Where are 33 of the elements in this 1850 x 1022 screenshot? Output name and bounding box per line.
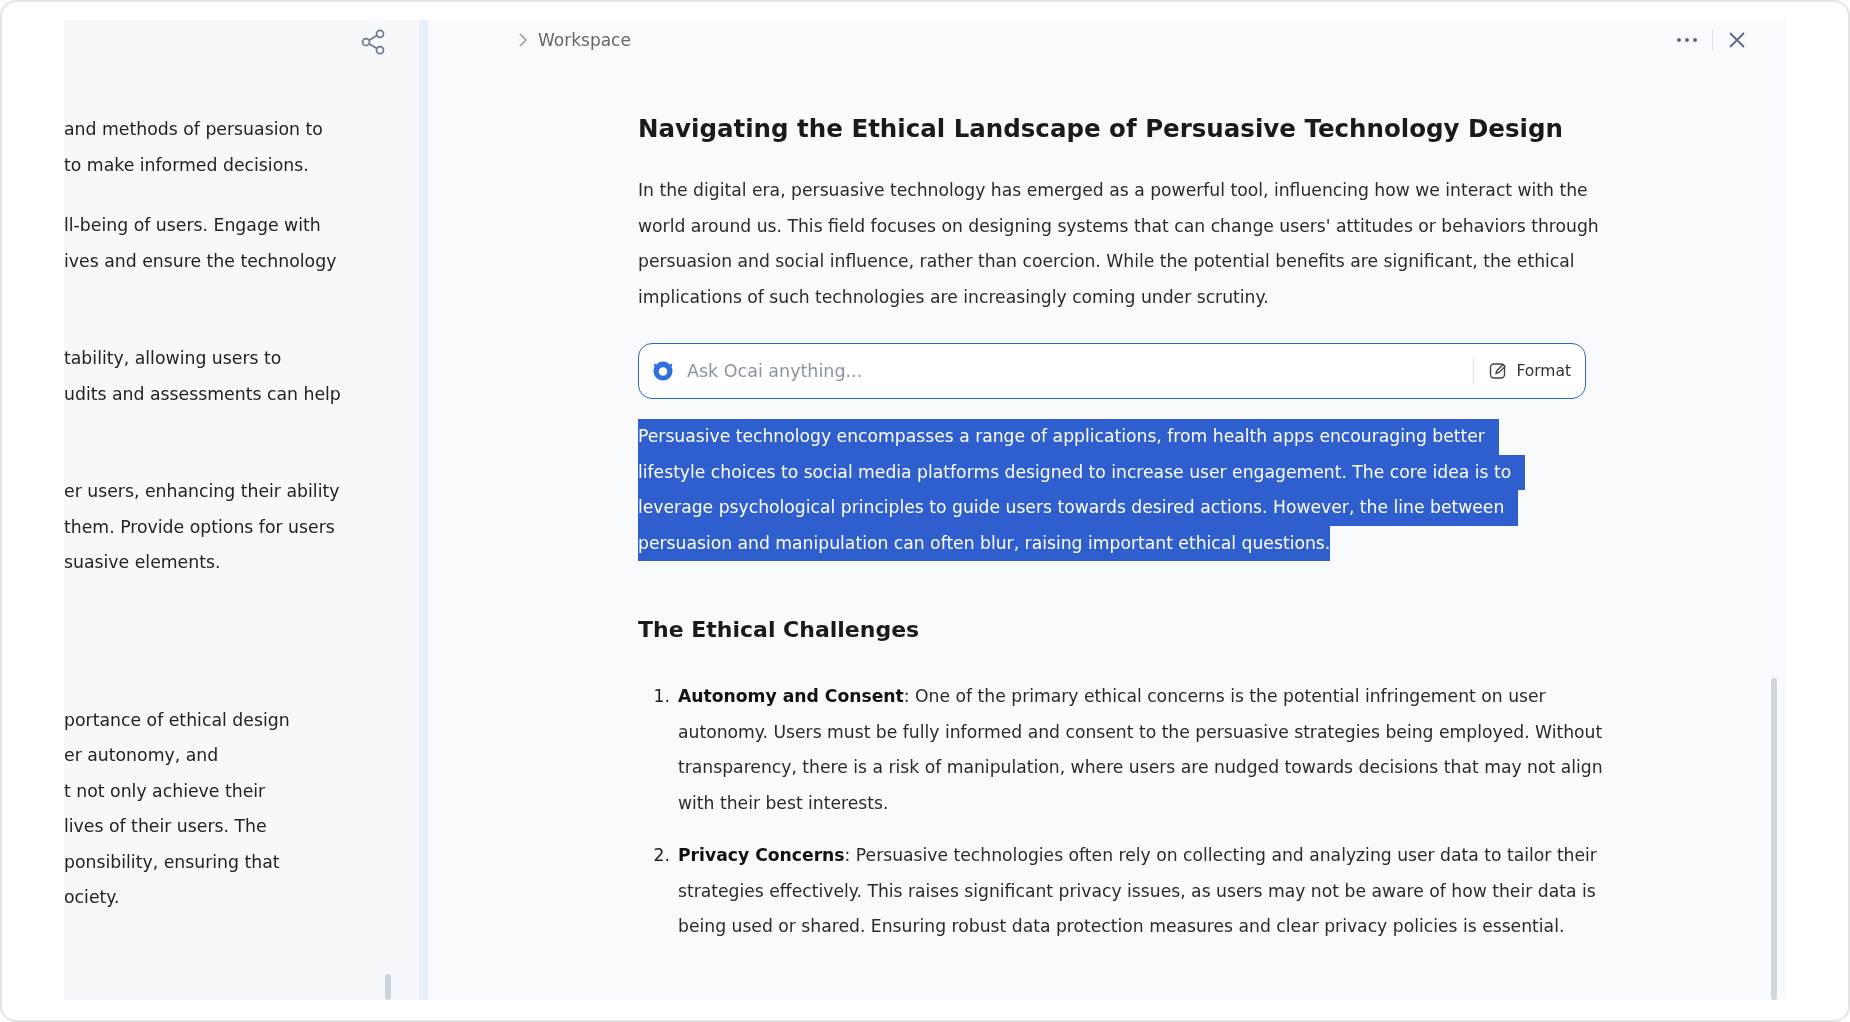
text-line: ll-being of users. Engage with (64, 214, 321, 237)
text-line: suasive elements. (64, 551, 221, 574)
text-line: ponsibility, ensuring that (64, 850, 280, 874)
text-line: portance of ethical design (64, 708, 290, 732)
format-button[interactable]: Format (1484, 357, 1575, 385)
logo-icon (651, 359, 675, 383)
text-line: lives of their users. The (64, 815, 267, 838)
scrollbar[interactable] (385, 974, 391, 1000)
edit-icon (1488, 361, 1509, 381)
text-line: and methods of persuasion to (64, 118, 323, 141)
more-icon[interactable] (1676, 36, 1698, 44)
scrollbar[interactable] (1771, 678, 1777, 1000)
document-title: Navigating the Ethical Landscape of Persuasive Technology Design (638, 113, 1564, 145)
section-heading: The Ethical Challenges (638, 616, 921, 644)
text-line: t not only achieve their (64, 779, 266, 803)
text-line: tability, allowing users to (64, 347, 282, 370)
text-line: ociety. (64, 886, 120, 909)
text-line: to make informed decisions. (64, 153, 309, 177)
list-number: 2. (652, 844, 671, 867)
text-line: udits and assessments can help (64, 382, 341, 406)
ask-field[interactable]: Ask Ocai anything... Format (638, 343, 1586, 399)
list-item-text: Autonomy and Consent: One of the primary ethical concerns is the potential infringement on user autonomy. Users must be fully informed and consent to the persuasive strategies being employed. Without transparency, there is a risk of manipulation, where users are nudged towards decisions that may not align with their best interests. (678, 685, 1604, 815)
text-line: ives and ensure the technology (64, 249, 337, 273)
paragraph: In the digital era, persuasive technology has emerged as a powerful tool, influencing how we interact with the world around us. This field focuses on designing systems that can change users' attitudes or behaviors through persuasion and social influence, rather than coercion. While the potential benefits are significant, the ethical implications of such technologies are increasingly coming under scrutiny. (638, 179, 1600, 309)
share-icon[interactable] (359, 28, 387, 56)
close-icon[interactable] (1727, 30, 1747, 50)
text-line: them. Provide options for users (64, 515, 335, 539)
text-line: er users, enhancing their ability (64, 480, 340, 503)
breadcrumb-link[interactable]: Workspace (538, 30, 631, 50)
list-item-text: Privacy Concerns: Persuasive technologies often rely on collecting and analyzing user data to tailor their strategies effectively. This raises significant privacy issues, as users may not be aware of how their data is being used or shared. Ensuring robust data protection measures and clear privacy policies is essential. (678, 844, 1598, 938)
list-number: 1. (652, 685, 671, 708)
text-line: er autonomy, and (64, 744, 219, 767)
chevron-icon (516, 32, 530, 48)
